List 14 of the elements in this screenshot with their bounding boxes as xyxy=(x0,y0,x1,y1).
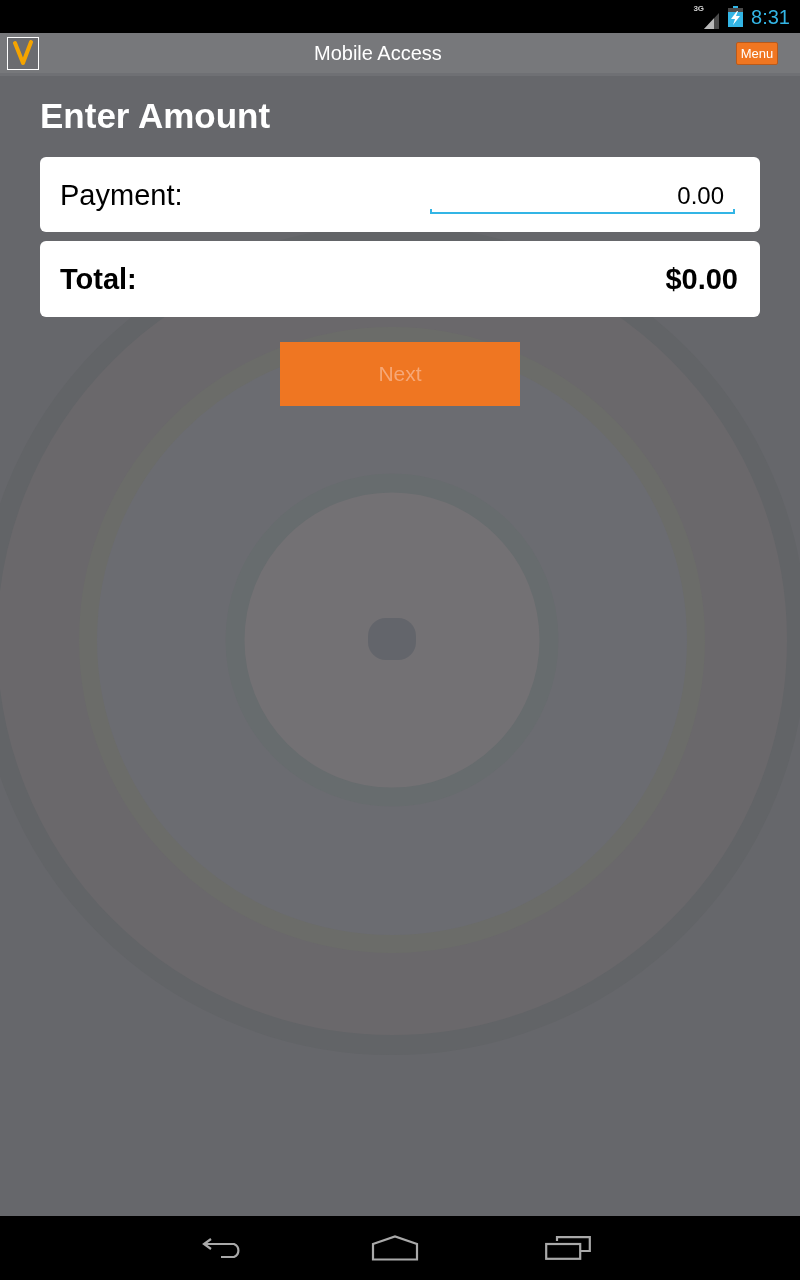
app-title: Mobile Access xyxy=(314,41,442,65)
payment-label: Payment: xyxy=(60,177,183,212)
total-label: Total: xyxy=(60,262,137,296)
menu-button[interactable]: Menu xyxy=(736,41,778,65)
signal-icon xyxy=(704,13,720,29)
payment-input-field[interactable]: 0.00 xyxy=(430,175,735,214)
network-type-label: 3G xyxy=(693,4,705,14)
battery-charging-icon xyxy=(728,6,744,27)
recent-apps-icon[interactable] xyxy=(545,1236,591,1260)
clock-time: 8:31 xyxy=(751,4,790,29)
page-heading: Enter Amount xyxy=(40,96,271,136)
home-icon[interactable] xyxy=(371,1235,419,1261)
total-amount: $0.00 xyxy=(665,262,738,296)
logo-icon xyxy=(7,36,39,70)
